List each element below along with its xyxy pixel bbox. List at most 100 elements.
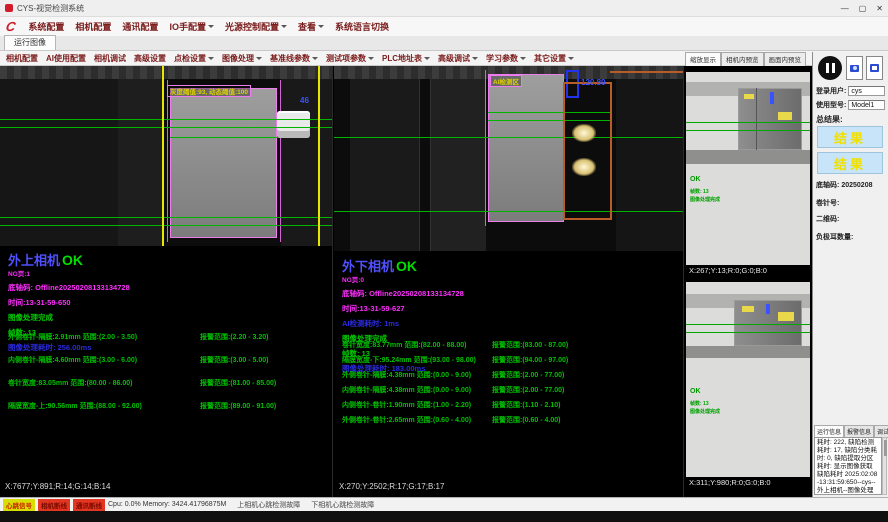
- window-title: CYS-视觉检测系统: [17, 3, 84, 14]
- log-scrollbar[interactable]: [882, 437, 887, 495]
- close-button[interactable]: ✕: [876, 4, 883, 13]
- thumb-info-text: 图像处理完成: [690, 408, 720, 415]
- run-log-text[interactable]: 耗时: 222, 缺陷检测耗时: 17, 缺陷分类耗时: 0, 缺陷提取分区耗时…: [814, 437, 882, 495]
- machine-region: [686, 346, 810, 358]
- pixel-coord-readout: X:7677;Y:891;R:14;G:14;B:14: [5, 482, 110, 491]
- chevron-down-icon: [472, 57, 478, 60]
- tool-plc-address[interactable]: PLC地址表: [382, 53, 430, 64]
- thumb-tab-camera-preview[interactable]: 相机内预览: [721, 52, 764, 67]
- measure-line: [334, 137, 683, 138]
- machine-region: [430, 79, 486, 251]
- pause-icon: [826, 63, 829, 73]
- titlebar: CYS-视觉检测系统 — ▢ ✕: [0, 0, 888, 17]
- measurement-list: 外侧卷针-隔膜:2.91mm 范围:(2.00 - 3.50)报警范围:(2.2…: [8, 332, 328, 424]
- chevron-down-icon: [424, 57, 430, 60]
- measure-line: [0, 119, 332, 120]
- preview-thumbnail-bottom[interactable]: OK 帧数: 13 图像处理完成: [686, 282, 810, 477]
- chevron-down-icon: [312, 57, 318, 60]
- menu-item-camera-config[interactable]: 相机配置: [75, 20, 111, 33]
- menu-item-language-switch[interactable]: 系统语言切换: [335, 20, 389, 33]
- tool-camera-debug[interactable]: 相机调试: [94, 53, 126, 64]
- statusbar: 心跳信号 相机断线 通讯断线 Cpu: 0.0% Memory: 3424.41…: [0, 497, 888, 511]
- measurement-row: 内侧卷针-隔膜:4.60mm 范围:(3.00 - 6.00)报警范围:(3.0…: [8, 355, 328, 365]
- camera-offline-badge: 相机断线: [38, 499, 70, 511]
- measurement-row: 内侧卷针-卷针:1.90mm 范围:(1.00 - 2.20)报警范围:(1.1…: [342, 400, 679, 410]
- menu-item-comm-config[interactable]: 通讯配置: [122, 20, 158, 33]
- roi-mark: [742, 306, 754, 312]
- window-controls: — ▢ ✕: [841, 4, 883, 13]
- tool-spot-check[interactable]: 点检设置: [174, 53, 214, 64]
- measurement-row: 内侧卷针-隔膜:4.38mm 范围:(0.00 - 9.00)报警范围:(2.0…: [342, 385, 679, 395]
- base-code-value: 20250208: [841, 182, 872, 189]
- tool-learn-params[interactable]: 学习参数: [486, 53, 526, 64]
- tool-test-params[interactable]: 测试项参数: [326, 53, 374, 64]
- tool-advanced-debug[interactable]: 高级调试: [438, 53, 478, 64]
- pause-button[interactable]: [818, 56, 842, 80]
- menu-item-system-config[interactable]: 系统配置: [28, 20, 64, 33]
- bottom-strip: [0, 511, 888, 522]
- fault-message-upper: 上相机心跳检测故障: [237, 500, 300, 510]
- tabstrip: 运行图像: [0, 36, 888, 51]
- annotation-line: [485, 70, 486, 226]
- measure-line: [0, 217, 332, 218]
- chevron-down-icon: [368, 57, 374, 60]
- camera-name: 外下相机: [342, 259, 394, 274]
- ng-page-label: NG页:1: [8, 268, 130, 278]
- done-line: 图像处理完成: [8, 312, 130, 323]
- menu-item-light-config[interactable]: 光源控制配置: [225, 20, 287, 33]
- measure-line: [686, 130, 810, 131]
- measure-line: [0, 225, 332, 226]
- measure-value-label: 120.80: [581, 78, 605, 87]
- login-user-row: 登录用户: cys: [816, 86, 885, 96]
- thumb-tab-zoom[interactable]: 缩放显示: [685, 52, 721, 67]
- camera-image-lower[interactable]: AI检测区 120.80: [334, 66, 683, 251]
- tool-ai-config[interactable]: AI使用配置: [46, 53, 86, 64]
- roi-mark: [744, 94, 754, 99]
- tool-image-process[interactable]: 图像处理: [222, 53, 262, 64]
- chevron-down-icon: [568, 57, 574, 60]
- model-field[interactable]: Model1: [848, 100, 885, 110]
- maximize-button[interactable]: ▢: [859, 4, 867, 13]
- measurement-row: 外侧卷针-隔膜:2.91mm 范围:(2.00 - 3.50)报警范围:(2.2…: [8, 332, 328, 342]
- tool-advanced-settings[interactable]: 高级设置: [134, 53, 166, 64]
- defect-roi-box: [563, 82, 612, 220]
- tool-other-settings[interactable]: 其它设置: [534, 53, 574, 64]
- monitor-icon: [870, 64, 879, 72]
- monitor-button[interactable]: [866, 56, 883, 80]
- measure-line: [686, 332, 810, 333]
- threshold-label: 灰度阈值:93, 动态阈值:100: [167, 85, 251, 97]
- camera-image-upper[interactable]: 灰度阈值:93, 动态阈值:100 46: [0, 66, 332, 246]
- login-user-label: 登录用户:: [816, 86, 846, 96]
- measure-line: [686, 122, 810, 123]
- tab-run-image[interactable]: 运行图像: [4, 35, 56, 50]
- thumb-result-status: OK: [690, 176, 701, 183]
- measurement-list: 卷针宽度:83.77mm 范围:(82.00 - 88.00)报警范围:(83.…: [342, 340, 679, 430]
- code-line: 底轴码: Offline20250208133134728: [8, 282, 130, 293]
- pin-rectangle: [170, 88, 277, 238]
- ng-page-label: NG页:0: [342, 274, 464, 284]
- separator-clip: [277, 111, 310, 138]
- menu-item-io-config[interactable]: IO手配置: [169, 20, 214, 33]
- menu-item-view[interactable]: 查看: [298, 20, 324, 33]
- reflection-highlight: [572, 158, 596, 176]
- reflection-highlight: [572, 124, 596, 142]
- tool-baseline-params[interactable]: 基准线参数: [270, 53, 318, 64]
- preview-thumbnail-top[interactable]: OK 帧数: 13 图像处理完成: [686, 72, 810, 265]
- chevron-down-icon: [520, 57, 526, 60]
- camera-view-upper: 灰度阈值:93, 动态阈值:100 46 外上相机OK NG页:1 底轴码: O…: [0, 66, 333, 497]
- model-row: 使用型号: Model1: [816, 100, 885, 110]
- ai-region-label: AI检测区: [490, 75, 522, 87]
- camera-capture-button[interactable]: [846, 56, 863, 80]
- total-result-label: 总结果:: [816, 114, 843, 125]
- measurement-row: 隔膜宽度-上:90.56mm 范围:(88.00 - 92.00)报警范围:(8…: [8, 401, 328, 411]
- code-line: 底轴码: Offline20250208133134728: [342, 288, 464, 299]
- login-user-field[interactable]: cys: [848, 86, 885, 96]
- log-scrollbar-thumb[interactable]: [884, 440, 887, 456]
- thumb-tab-screen-preview[interactable]: 画面内预览: [764, 52, 807, 67]
- tool-camera-config[interactable]: 相机配置: [6, 53, 38, 64]
- minimize-button[interactable]: —: [841, 4, 849, 13]
- camera-name: 外上相机: [8, 253, 60, 268]
- pause-icon: [832, 63, 835, 73]
- roi-line: [162, 66, 164, 246]
- heartbeat-status-badge: 心跳信号: [3, 499, 35, 511]
